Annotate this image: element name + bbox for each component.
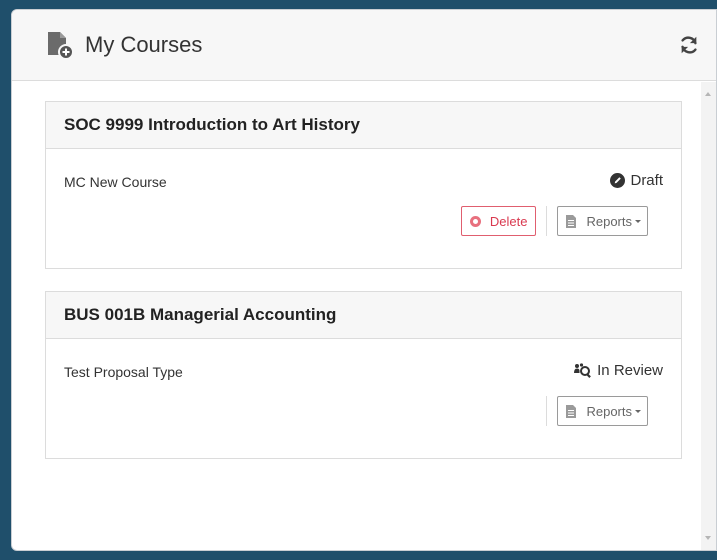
- caret-down-icon: [635, 219, 641, 223]
- divider: [546, 206, 548, 236]
- reports-dropdown-button[interactable]: Reports: [557, 396, 648, 426]
- page-title: My Courses: [85, 32, 203, 57]
- status-badge: Draft: [610, 172, 663, 189]
- refresh-icon[interactable]: [678, 34, 700, 56]
- status-label: Draft: [630, 172, 663, 189]
- scroll-down-icon[interactable]: [705, 536, 711, 540]
- document-icon: [566, 214, 577, 228]
- courses-list: SOC 9999 Introduction to Art History MC …: [12, 82, 716, 550]
- scroll-up-icon[interactable]: [705, 92, 711, 96]
- course-card-header: SOC 9999 Introduction to Art History: [46, 102, 681, 149]
- course-title[interactable]: SOC 9999 Introduction to Art History: [64, 115, 360, 135]
- status-label: In Review: [597, 362, 663, 379]
- delete-circle-icon: [469, 215, 481, 227]
- course-card-body: Test Proposal Type In Review Reports: [46, 339, 681, 458]
- file-add-icon: [48, 32, 74, 60]
- caret-down-icon: [635, 409, 641, 413]
- course-type: Test Proposal Type: [64, 364, 183, 380]
- course-card: SOC 9999 Introduction to Art History MC …: [45, 101, 682, 269]
- course-title[interactable]: BUS 001B Managerial Accounting: [64, 305, 336, 325]
- course-card: BUS 001B Managerial Accounting Test Prop…: [45, 291, 682, 459]
- vertical-scrollbar[interactable]: [701, 82, 716, 550]
- course-actions: Delete Reports: [460, 206, 648, 236]
- reports-label: Reports: [586, 403, 632, 419]
- reports-dropdown-button[interactable]: Reports: [557, 206, 648, 236]
- status-badge: In Review: [574, 362, 663, 379]
- document-icon: [566, 404, 577, 418]
- course-type: MC New Course: [64, 174, 167, 190]
- divider: [546, 396, 548, 426]
- course-card-body: MC New Course Draft Delete Reports: [46, 149, 681, 268]
- delete-label: Delete: [489, 213, 528, 229]
- course-card-header: BUS 001B Managerial Accounting: [46, 292, 681, 339]
- reports-label: Reports: [586, 213, 632, 229]
- panel-header: My Courses: [12, 10, 716, 81]
- delete-button[interactable]: Delete: [460, 206, 537, 236]
- pencil-circle-icon: [610, 173, 626, 188]
- users-search-icon: [574, 363, 592, 378]
- course-actions: Reports: [536, 396, 648, 426]
- my-courses-panel: My Courses SOC 9999 Introduction to Art …: [11, 9, 717, 551]
